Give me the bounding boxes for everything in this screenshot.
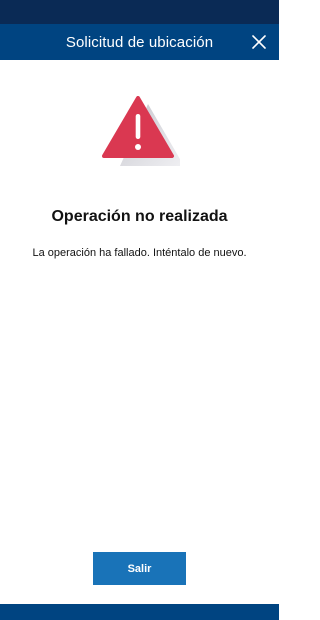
close-icon xyxy=(252,35,266,49)
header-title: Solicitud de ubicación xyxy=(65,33,214,51)
warning-icon xyxy=(102,96,180,166)
status-bar xyxy=(0,0,279,24)
result-heading: Operación no realizada xyxy=(51,208,228,225)
result-message: La operación ha fallado. Inténtalo de nu… xyxy=(32,247,247,259)
header-bar: Solicitud de ubicación xyxy=(0,24,279,60)
exit-button[interactable]: Salir xyxy=(93,552,186,585)
main-content: Operación no realizada La operación ha f… xyxy=(0,60,279,604)
close-button[interactable] xyxy=(247,30,271,54)
bottom-bar xyxy=(0,604,279,620)
